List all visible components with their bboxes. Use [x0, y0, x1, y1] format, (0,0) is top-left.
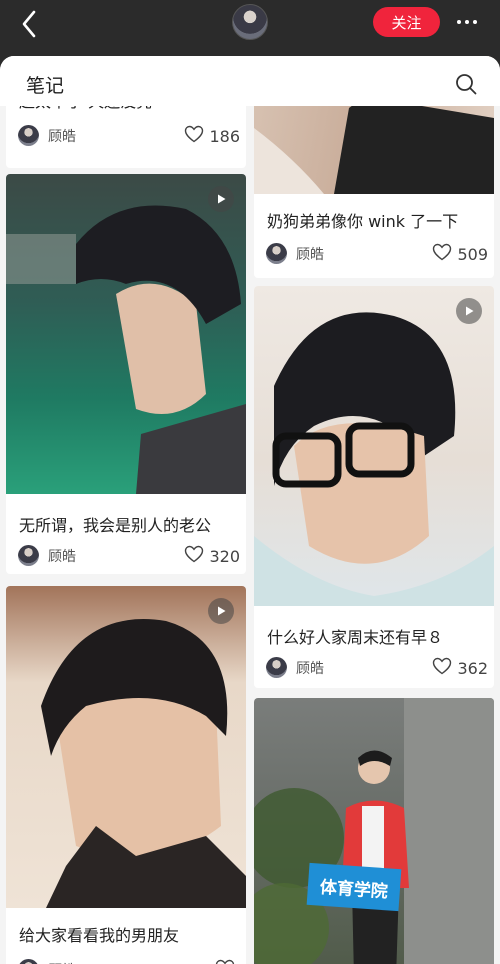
back-icon[interactable]: [14, 8, 46, 40]
note-caption: 无所谓，我会是别人的老公: [19, 516, 212, 535]
like-button[interactable]: 186: [184, 124, 240, 148]
profile-avatar[interactable]: [232, 4, 268, 40]
sign-text: 体育学院: [319, 877, 389, 902]
note-caption: 给大家看看我的男朋友: [19, 926, 180, 945]
like-button[interactable]: 509: [432, 242, 488, 266]
event-sign: 体育学院: [306, 862, 402, 912]
note-meta: 顾皓 186: [18, 124, 240, 148]
play-icon: [208, 186, 234, 212]
note-meta: 顾皓: [18, 958, 240, 964]
note-cover-image: [254, 286, 494, 606]
heart-icon: [432, 243, 452, 265]
note-meta: 顾皓 362: [266, 656, 488, 680]
like-count: 320: [209, 546, 240, 566]
heart-icon: [184, 545, 204, 567]
note-card[interactable]: 给大家看看我的男朋友 顾皓: [6, 586, 246, 964]
heart-icon: [432, 657, 452, 679]
section-title: 笔记: [26, 75, 65, 97]
note-card[interactable]: 什么好人家周末还有早８ 顾皓 362: [254, 286, 494, 688]
heart-icon: [184, 125, 204, 147]
more-options-icon[interactable]: [450, 8, 484, 36]
author-avatar[interactable]: [266, 243, 287, 264]
author-avatar[interactable]: [266, 657, 287, 678]
like-button[interactable]: [215, 958, 240, 964]
note-card[interactable]: 体育学院: [254, 698, 494, 964]
notes-panel: 笔记 起太早了 天还没亮 顾皓 186 奶狗弟弟像你 wink 了一下 顾皓 5…: [0, 56, 500, 964]
author-name[interactable]: 顾皓: [296, 658, 324, 678]
search-icon[interactable]: [455, 73, 477, 95]
like-count: 509: [457, 244, 488, 264]
heart-icon: [215, 959, 235, 964]
note-caption: 什么好人家周末还有早８: [267, 628, 444, 647]
note-meta: 顾皓 320: [18, 544, 240, 568]
top-bar: 关注: [0, 0, 500, 56]
author-name[interactable]: 顾皓: [296, 244, 324, 264]
note-cover-image: [254, 698, 494, 964]
like-button[interactable]: 320: [184, 544, 240, 568]
note-card[interactable]: 无所谓，我会是别人的老公 顾皓 320: [6, 174, 246, 574]
notes-header: 笔记: [0, 56, 500, 106]
like-count: 362: [457, 658, 488, 678]
author-name[interactable]: 顾皓: [48, 546, 76, 566]
author-name[interactable]: 顾皓: [48, 960, 76, 964]
note-cover-image: [6, 586, 246, 908]
follow-button[interactable]: 关注: [373, 7, 440, 37]
play-icon: [456, 298, 482, 324]
like-count: 186: [209, 126, 240, 146]
author-name[interactable]: 顾皓: [48, 126, 76, 146]
note-meta: 顾皓 509: [266, 242, 488, 266]
author-avatar[interactable]: [18, 545, 39, 566]
author-avatar[interactable]: [18, 959, 39, 964]
play-icon: [208, 598, 234, 624]
note-caption: 奶狗弟弟像你 wink 了一下: [267, 212, 459, 231]
note-cover-image: [6, 174, 246, 494]
author-avatar[interactable]: [18, 125, 39, 146]
like-button[interactable]: 362: [432, 656, 488, 680]
